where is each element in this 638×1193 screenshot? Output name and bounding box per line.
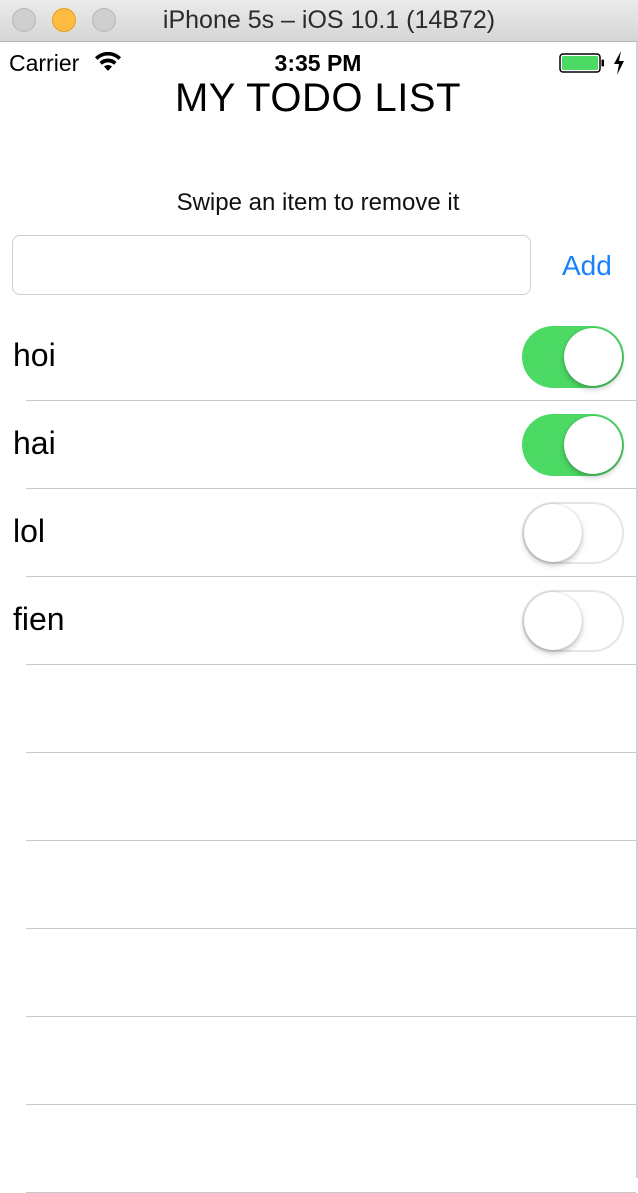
empty-row bbox=[0, 929, 636, 1017]
todo-row[interactable]: hai bbox=[0, 401, 636, 489]
toggle-knob bbox=[564, 416, 622, 474]
empty-row bbox=[0, 841, 636, 929]
simulator-title-bar: iPhone 5s – iOS 10.1 (14B72) bbox=[0, 0, 638, 42]
empty-row bbox=[0, 753, 636, 841]
toggle-knob bbox=[524, 504, 582, 562]
todo-item-label: hai bbox=[13, 425, 56, 461]
swipe-hint: Swipe an item to remove it bbox=[176, 189, 460, 216]
todo-input[interactable] bbox=[12, 235, 531, 295]
todo-item-label: fien bbox=[13, 601, 65, 637]
battery-icon bbox=[559, 53, 604, 73]
todo-done-toggle[interactable] bbox=[522, 502, 624, 564]
window-title: iPhone 5s – iOS 10.1 (14B72) bbox=[162, 6, 496, 34]
empty-row bbox=[0, 1017, 636, 1105]
todo-row[interactable]: fien bbox=[0, 577, 636, 665]
status-time: 3:35 PM bbox=[274, 50, 362, 76]
todo-item-label: lol bbox=[13, 513, 46, 549]
empty-row bbox=[0, 665, 636, 753]
toggle-knob bbox=[564, 328, 622, 386]
todo-row[interactable]: hoi bbox=[0, 313, 636, 401]
todo-done-toggle[interactable] bbox=[522, 414, 624, 476]
toggle-knob bbox=[524, 592, 582, 650]
page-title: MY TODO LIST bbox=[174, 76, 462, 120]
todo-done-toggle[interactable] bbox=[522, 590, 624, 652]
add-button[interactable]: Add bbox=[556, 250, 618, 282]
todo-done-toggle[interactable] bbox=[522, 326, 624, 388]
todo-row[interactable]: lol bbox=[0, 489, 636, 577]
todo-list: hoi hai lol fien bbox=[0, 313, 636, 1193]
todo-item-label: hoi bbox=[13, 337, 56, 373]
charging-bolt-icon bbox=[614, 51, 624, 75]
empty-row bbox=[0, 1105, 636, 1193]
